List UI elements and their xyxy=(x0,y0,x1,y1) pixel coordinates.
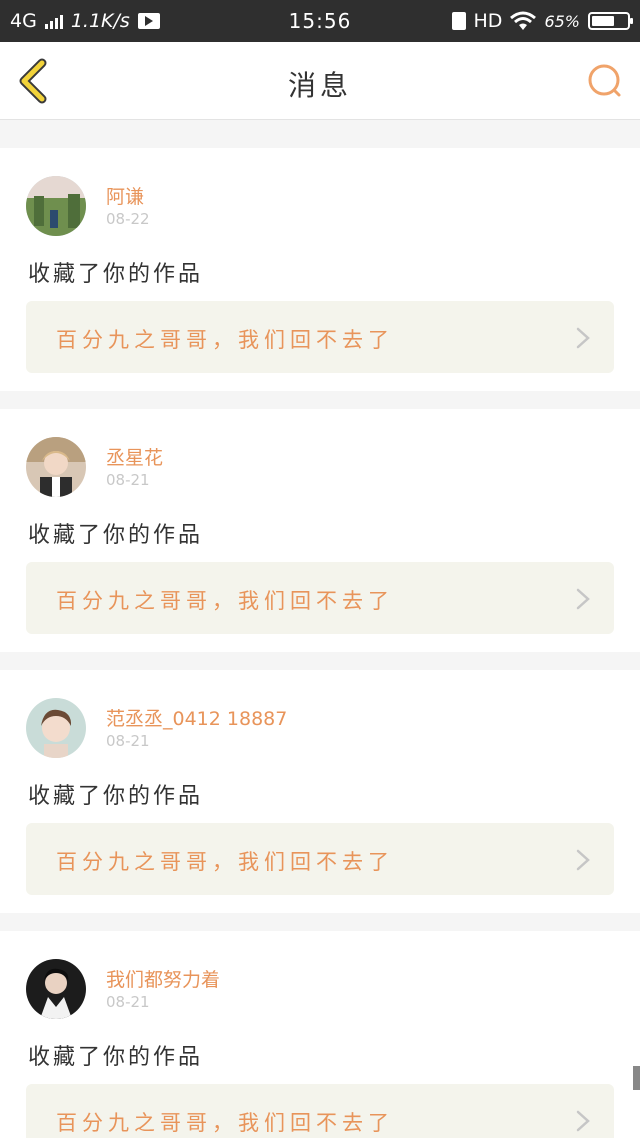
status-bar: 4G 1.1K/s 15:56 HD 65% xyxy=(0,0,640,42)
battery-fill xyxy=(592,16,614,26)
username[interactable]: 我们都努力着 xyxy=(106,965,220,992)
action-text: 收藏了你的作品 xyxy=(28,523,204,548)
notification-date: 08-21 xyxy=(106,471,150,489)
status-right: HD 65% xyxy=(451,10,633,32)
avatar[interactable] xyxy=(26,437,86,497)
action-text: 收藏了你的作品 xyxy=(28,784,204,809)
avatar[interactable] xyxy=(26,698,86,758)
notification-card: 我们都努力着 08-21 收藏了你的作品 百分九之哥哥，我们回不去了 xyxy=(0,931,640,1138)
search-icon[interactable] xyxy=(586,62,624,100)
notification-card: 范丞丞_0412 18887 08-21 收藏了你的作品 百分九之哥哥，我们回不… xyxy=(0,670,640,913)
action-text: 收藏了你的作品 xyxy=(28,1045,204,1070)
notification-date: 08-22 xyxy=(106,210,150,228)
username[interactable]: 丞星花 xyxy=(106,443,163,470)
battery-percent: 65% xyxy=(544,11,580,31)
work-link[interactable]: 百分九之哥哥，我们回不去了 xyxy=(26,823,614,895)
chevron-right-icon xyxy=(576,1110,590,1132)
chevron-right-icon xyxy=(576,327,590,349)
avatar[interactable] xyxy=(26,176,86,236)
hd-label: HD xyxy=(473,10,503,32)
notification-date: 08-21 xyxy=(106,732,150,750)
charging-icon xyxy=(451,12,466,30)
work-link[interactable]: 百分九之哥哥，我们回不去了 xyxy=(26,562,614,634)
action-text: 收藏了你的作品 xyxy=(28,262,204,287)
chevron-right-icon xyxy=(576,849,590,871)
work-title: 百分九之哥哥，我们回不去了 xyxy=(56,589,394,613)
work-title: 百分九之哥哥，我们回不去了 xyxy=(56,850,394,874)
notification-card: 丞星花 08-21 收藏了你的作品 百分九之哥哥，我们回不去了 xyxy=(0,409,640,652)
nav-bar: 消息 xyxy=(0,42,640,120)
avatar[interactable] xyxy=(26,959,86,1019)
username[interactable]: 范丞丞_0412 18887 xyxy=(106,704,287,731)
chevron-right-icon xyxy=(576,588,590,610)
page-title: 消息 xyxy=(287,69,352,102)
battery-icon xyxy=(588,12,633,30)
work-title: 百分九之哥哥，我们回不去了 xyxy=(56,1111,394,1135)
username[interactable]: 阿谦 xyxy=(106,182,144,209)
notification-list: 阿谦 08-22 收藏了你的作品 百分九之哥哥，我们回不去了 丞星花 08-21… xyxy=(0,148,640,1138)
wifi-icon xyxy=(510,11,537,30)
notification-date: 08-21 xyxy=(106,993,150,1011)
work-link[interactable]: 百分九之哥哥，我们回不去了 xyxy=(26,1084,614,1138)
notification-card: 阿谦 08-22 收藏了你的作品 百分九之哥哥，我们回不去了 xyxy=(0,148,640,391)
work-link[interactable]: 百分九之哥哥，我们回不去了 xyxy=(26,301,614,373)
work-title: 百分九之哥哥，我们回不去了 xyxy=(56,328,394,352)
scrollbar-thumb[interactable] xyxy=(633,1066,640,1090)
